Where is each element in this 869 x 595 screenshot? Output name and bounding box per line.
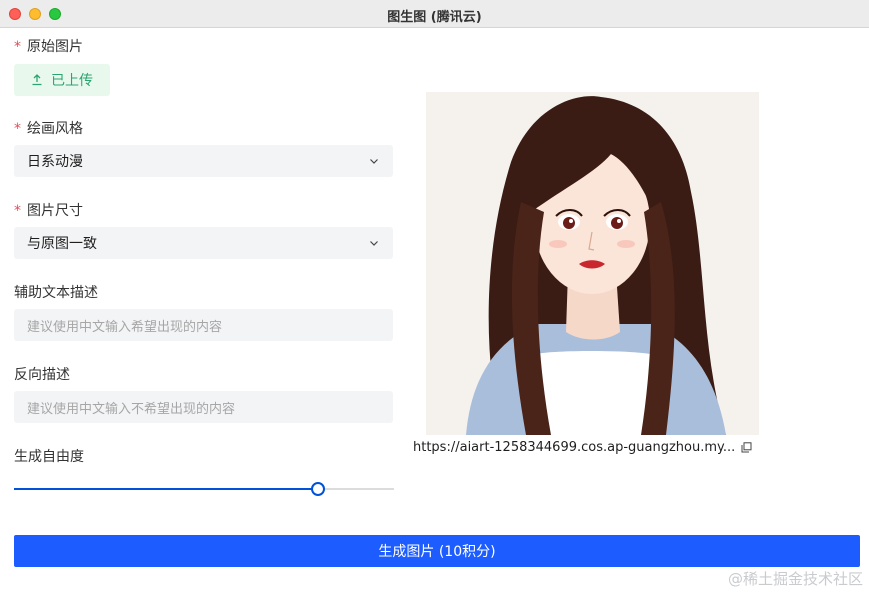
- size-select-value: 与原图一致: [27, 236, 97, 252]
- negative-prompt-input[interactable]: 建议使用中文输入不希望出现的内容: [14, 391, 393, 423]
- upload-button-label: 已上传: [51, 73, 93, 89]
- chevron-down-icon: [370, 241, 378, 246]
- watermark: @稀土掘金技术社区: [727, 570, 863, 588]
- generate-button[interactable]: 生成图片 (10积分): [14, 535, 860, 567]
- chevron-down-icon: [370, 159, 378, 164]
- freedom-slider[interactable]: [14, 482, 394, 496]
- result-image: [426, 92, 759, 435]
- size-label: * 图片尺寸: [14, 203, 83, 219]
- style-select-value: 日系动漫: [27, 154, 83, 170]
- freedom-label: 生成自由度: [14, 449, 84, 465]
- portrait-illustration: [426, 92, 759, 435]
- prompt-label: 辅助文本描述: [14, 285, 98, 301]
- original-image-label: * 原始图片: [14, 39, 83, 55]
- prompt-input[interactable]: 建议使用中文输入希望出现的内容: [14, 309, 393, 341]
- negative-prompt-label: 反向描述: [14, 367, 70, 383]
- copy-icon[interactable]: [741, 442, 752, 453]
- size-select[interactable]: 与原图一致: [14, 227, 393, 259]
- window-title: 图生图 (腾讯云): [387, 10, 482, 25]
- slider-handle[interactable]: [311, 482, 325, 496]
- required-mark: *: [14, 121, 21, 137]
- style-label: * 绘画风格: [14, 121, 83, 137]
- upload-icon: [32, 74, 42, 86]
- required-mark: *: [14, 39, 21, 55]
- upload-button[interactable]: 已上传: [14, 64, 110, 96]
- required-mark: *: [14, 203, 21, 219]
- result-url: https://aiart-1258344699.cos.ap-guangzho…: [413, 440, 736, 455]
- style-select[interactable]: 日系动漫: [14, 145, 393, 177]
- title-bar: 图生图 (腾讯云): [0, 0, 869, 28]
- slider-fill: [14, 488, 318, 490]
- result-url-row: https://aiart-1258344699.cos.ap-guangzho…: [413, 440, 752, 455]
